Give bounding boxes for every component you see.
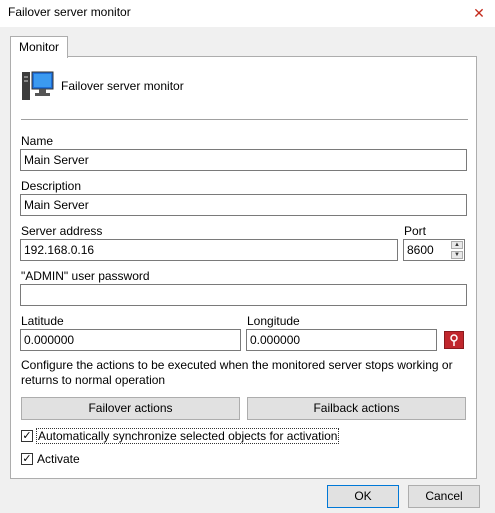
auto-sync-label[interactable]: Automatically synchronize selected objec… <box>36 428 340 444</box>
tab-monitor[interactable]: Monitor <box>10 36 68 58</box>
failover-actions-button[interactable]: Failover actions <box>21 397 240 420</box>
cancel-button[interactable]: Cancel <box>408 485 480 508</box>
close-icon[interactable]: ✕ <box>466 2 492 24</box>
header-divider <box>21 119 468 120</box>
longitude-input[interactable]: 0.000000 <box>246 329 437 351</box>
auto-sync-checkbox[interactable]: ✓ <box>21 430 33 442</box>
header-title: Failover server monitor <box>61 79 184 93</box>
port-stepper[interactable]: ▲ ▼ <box>451 241 463 259</box>
stepper-up-icon[interactable]: ▲ <box>451 241 463 249</box>
activate-checkbox[interactable]: ✓ <box>21 453 33 465</box>
map-pin-icon <box>450 334 458 346</box>
name-input[interactable]: Main Server <box>20 149 467 171</box>
ok-button[interactable]: OK <box>327 485 399 508</box>
latitude-input[interactable]: 0.000000 <box>20 329 241 351</box>
window-title: Failover server monitor <box>8 5 131 19</box>
admin-password-input[interactable] <box>20 284 467 306</box>
longitude-label: Longitude <box>247 314 300 328</box>
latitude-label: Latitude <box>21 314 64 328</box>
map-pin-button[interactable] <box>444 331 464 349</box>
title-bar: Failover server monitor ✕ <box>0 0 495 27</box>
server-address-input[interactable]: 192.168.0.16 <box>20 239 398 261</box>
description-input[interactable]: Main Server <box>20 194 467 216</box>
server-address-label: Server address <box>21 224 103 238</box>
description-label: Description <box>21 179 82 193</box>
activate-label[interactable]: Activate <box>37 452 80 466</box>
name-label: Name <box>21 134 54 148</box>
failback-actions-button[interactable]: Failback actions <box>247 397 466 420</box>
server-monitor-icon <box>22 71 54 100</box>
port-label: Port <box>404 224 427 238</box>
stepper-down-icon[interactable]: ▼ <box>451 251 463 259</box>
actions-description: Configure the actions to be executed whe… <box>21 358 453 387</box>
admin-password-label: "ADMIN" user password <box>21 269 150 283</box>
